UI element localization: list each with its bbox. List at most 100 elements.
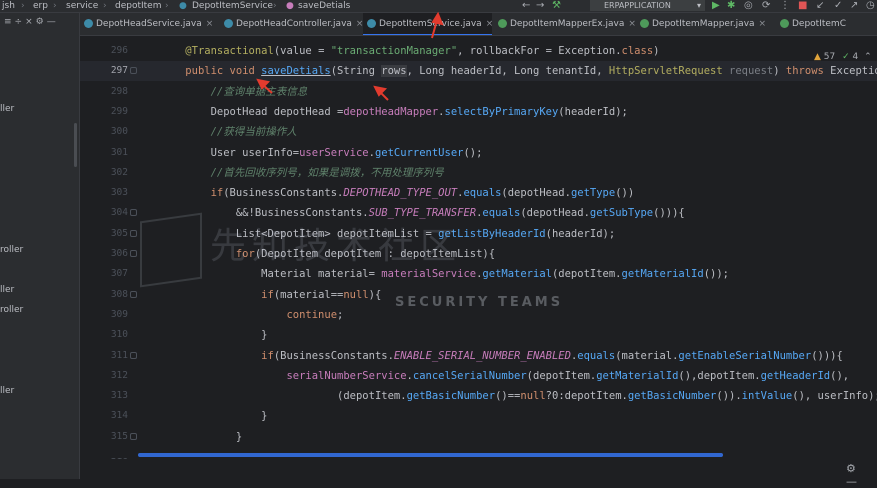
build-hammer-icon[interactable]: ⚒: [552, 0, 561, 12]
close-tab-icon[interactable]: ×: [206, 19, 214, 29]
fold-marker-icon[interactable]: [130, 229, 137, 237]
project-tree-item[interactable]: ller: [0, 285, 14, 295]
code-line[interactable]: 307 Material material= materialService.g…: [80, 264, 877, 284]
code-text[interactable]: (depotItem.getBasicNumber()==null?0:depo…: [160, 386, 877, 406]
line-number[interactable]: 311: [80, 346, 128, 366]
fold-marker-icon[interactable]: [130, 250, 137, 257]
line-number[interactable]: 313: [80, 386, 128, 406]
code-text[interactable]: DepotHead depotHead =depotHeadMapper.sel…: [160, 102, 628, 122]
code-text[interactable]: continue;: [160, 305, 343, 325]
horizontal-scrollbar-thumb[interactable]: [138, 453, 723, 457]
line-number[interactable]: 310: [80, 325, 128, 345]
code-text[interactable]: Material material= materialService.getMa…: [160, 264, 729, 284]
line-number[interactable]: 304: [80, 203, 128, 223]
code-text[interactable]: //获得当前操作人: [160, 122, 297, 142]
minimize-icon[interactable]: —: [846, 475, 863, 488]
inspection-widget[interactable]: ▲ 57 ✓ 4 ⌃: [814, 52, 872, 62]
back-icon[interactable]: ←: [522, 0, 530, 12]
minimize-icon[interactable]: —: [47, 17, 59, 27]
code-line[interactable]: 315 }: [80, 427, 877, 447]
code-line[interactable]: 311 if(BusinessConstants.ENABLE_SERIAL_N…: [80, 346, 877, 366]
breadcrumb-service[interactable]: service: [66, 0, 98, 12]
line-number[interactable]: 299: [80, 102, 128, 122]
code-line[interactable]: 296 @Transactional(value = "transactionM…: [80, 41, 877, 61]
line-number[interactable]: 309: [80, 305, 128, 325]
vcs-commit-icon[interactable]: ✓: [834, 0, 842, 12]
profile-icon[interactable]: ⟳: [762, 0, 770, 12]
gear-icon[interactable]: ⚙: [846, 462, 862, 475]
code-line[interactable]: 309 continue;: [80, 305, 877, 325]
line-number[interactable]: 300: [80, 122, 128, 142]
line-number[interactable]: 314: [80, 406, 128, 426]
close-tab-icon[interactable]: ×: [759, 19, 767, 29]
code-text[interactable]: if(material==null){: [160, 285, 381, 305]
fold-marker-icon[interactable]: [130, 351, 137, 359]
vcs-update-icon[interactable]: ↙: [816, 0, 824, 12]
line-number[interactable]: 312: [80, 366, 128, 386]
project-tree-item[interactable]: roller: [0, 305, 23, 315]
line-number[interactable]: 307: [80, 264, 128, 284]
code-line[interactable]: 304 &&!BusinessConstants.SUB_TYPE_TRANSF…: [80, 203, 877, 223]
line-number[interactable]: 296: [80, 41, 128, 61]
breadcrumb-method[interactable]: saveDetials: [298, 0, 350, 12]
code-line[interactable]: 313 (depotItem.getBasicNumber()==null?0:…: [80, 386, 877, 406]
line-number[interactable]: 303: [80, 183, 128, 203]
project-tree-item[interactable]: roller: [0, 245, 23, 255]
code-text[interactable]: }: [160, 325, 267, 345]
code-text[interactable]: }: [160, 406, 267, 426]
line-number[interactable]: 298: [80, 82, 128, 102]
fold-marker-icon[interactable]: [130, 432, 137, 440]
editor-tab[interactable]: DepotItemMapper.java ×: [636, 13, 774, 35]
editor-tab[interactable]: DepotHeadService.java ×: [80, 13, 218, 35]
code-text[interactable]: User userInfo=userService.getCurrentUser…: [160, 143, 483, 163]
fold-marker-icon[interactable]: [130, 209, 137, 217]
editor-tab[interactable]: DepotHeadController.java ×: [220, 13, 363, 35]
code-text[interactable]: &&!BusinessConstants.SUB_TYPE_TRANSFER.e…: [160, 203, 685, 223]
code-text[interactable]: //查询单据主表信息: [160, 82, 308, 102]
code-line[interactable]: 297 public void saveDetials(String rows,…: [80, 61, 877, 82]
breadcrumb-class[interactable]: DepotItemService: [192, 0, 273, 12]
editor-tab[interactable]: DepotItemC: [776, 13, 876, 35]
gear-icon[interactable]: ⚙: [36, 17, 47, 27]
coverage-icon[interactable]: ◎: [744, 0, 753, 12]
code-line[interactable]: 312 serialNumberService.cancelSerialNumb…: [80, 366, 877, 386]
code-text[interactable]: for(DepotItem depotItem : depotItemList)…: [160, 244, 495, 264]
line-number[interactable]: 302: [80, 163, 128, 183]
code-text[interactable]: }: [160, 427, 242, 447]
breadcrumb-jsh[interactable]: jsh: [2, 0, 15, 12]
forward-icon[interactable]: →: [536, 0, 544, 12]
line-number[interactable]: 297: [80, 61, 128, 81]
close-tab-icon[interactable]: ×: [486, 19, 494, 29]
line-number[interactable]: 301: [80, 143, 128, 163]
code-line[interactable]: 310 }: [80, 325, 877, 345]
history-icon[interactable]: ◷: [866, 0, 875, 12]
code-line[interactable]: 298 //查询单据主表信息: [80, 82, 877, 102]
run-configuration-dropdown[interactable]: ERPAPPLICATION ▾: [590, 0, 705, 11]
code-text[interactable]: @Transactional(value = "transactionManag…: [160, 41, 659, 61]
fold-marker-icon[interactable]: [130, 67, 137, 75]
code-text[interactable]: List<DepotItem> depotItemList = getListB…: [160, 224, 615, 244]
code-text[interactable]: if(BusinessConstants.DEPOTHEAD_TYPE_OUT.…: [160, 183, 635, 203]
code-text[interactable]: if(BusinessConstants.ENABLE_SERIAL_NUMBE…: [160, 346, 843, 366]
code-line[interactable]: 300 //获得当前操作人: [80, 122, 877, 142]
code-line[interactable]: 303 if(BusinessConstants.DEPOTHEAD_TYPE_…: [80, 183, 877, 203]
run-icon[interactable]: ▶: [712, 0, 720, 12]
code-text[interactable]: serialNumberService.cancelSerialNumber(d…: [160, 366, 849, 386]
collapse-icon[interactable]: ≡: [4, 17, 15, 27]
editor-tab[interactable]: DepotItemMapperEx.java ×: [494, 13, 636, 35]
chevron-up-icon[interactable]: ⌃: [864, 52, 872, 62]
code-line[interactable]: 305 List<DepotItem> depotItemList = getL…: [80, 224, 877, 244]
code-line[interactable]: 302 //首先回收序列号，如果是调拨，不用处理序列号: [80, 163, 877, 183]
debug-icon[interactable]: ✱: [727, 0, 735, 12]
stop-icon[interactable]: ■: [798, 0, 807, 12]
more-run-icon[interactable]: ⋮: [780, 0, 790, 12]
project-scrollbar[interactable]: [74, 123, 77, 167]
code-text[interactable]: public void saveDetials(String rows, Lon…: [160, 61, 877, 81]
close-icon[interactable]: ×: [25, 17, 36, 27]
line-number[interactable]: 306: [80, 244, 128, 264]
code-line[interactable]: 308 if(material==null){: [80, 285, 877, 305]
fold-marker-icon[interactable]: [130, 290, 137, 298]
code-line[interactable]: 306 for(DepotItem depotItem : depotItemL…: [80, 244, 877, 264]
project-tree-item[interactable]: ller: [0, 104, 14, 114]
close-tab-icon[interactable]: ×: [628, 19, 636, 29]
